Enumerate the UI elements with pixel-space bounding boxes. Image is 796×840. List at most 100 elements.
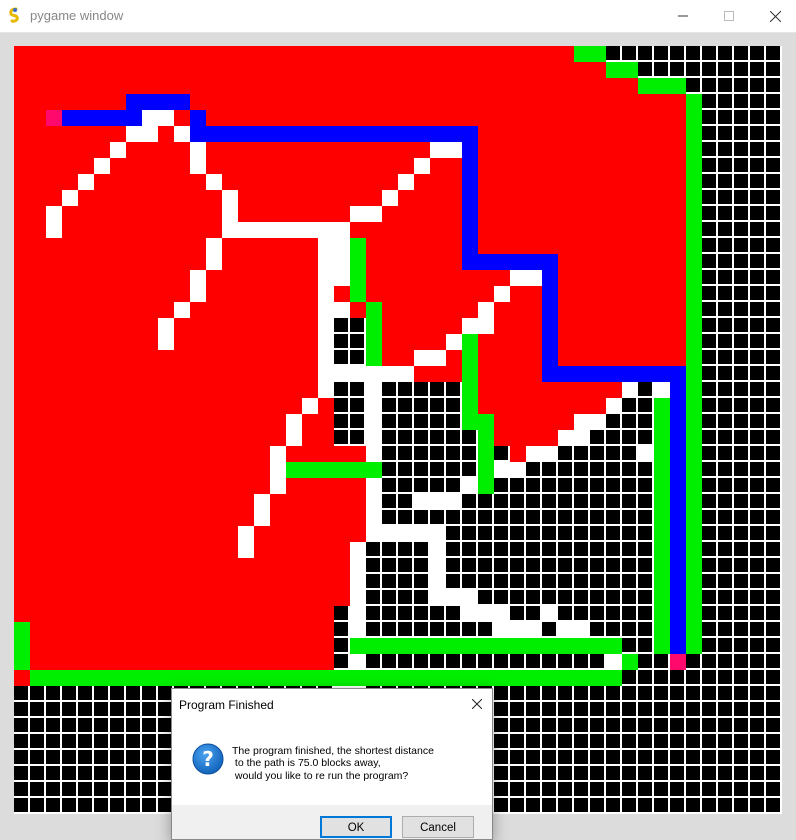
visited-cell[interactable]: [14, 270, 30, 286]
visited-cell[interactable]: [414, 142, 430, 158]
empty-cell[interactable]: [702, 142, 716, 156]
visited-cell[interactable]: [190, 622, 206, 638]
empty-cell[interactable]: [526, 526, 540, 540]
visited-cell[interactable]: [46, 158, 62, 174]
empty-cell[interactable]: [558, 782, 572, 796]
visited-cell[interactable]: [318, 94, 334, 110]
visited-cell[interactable]: [222, 558, 238, 574]
empty-cell[interactable]: [590, 654, 604, 668]
visited-cell[interactable]: [222, 606, 238, 622]
open-cell[interactable]: [686, 526, 702, 542]
open-cell[interactable]: [606, 62, 622, 78]
visited-cell[interactable]: [270, 174, 286, 190]
empty-cell[interactable]: [750, 190, 764, 204]
empty-cell[interactable]: [702, 462, 716, 476]
visited-cell[interactable]: [446, 46, 462, 62]
wall-cell[interactable]: [462, 606, 478, 622]
empty-cell[interactable]: [766, 190, 780, 204]
visited-cell[interactable]: [30, 46, 46, 62]
visited-cell[interactable]: [590, 286, 606, 302]
empty-cell[interactable]: [718, 798, 732, 812]
visited-cell[interactable]: [574, 78, 590, 94]
visited-cell[interactable]: [606, 158, 622, 174]
visited-cell[interactable]: [126, 558, 142, 574]
visited-cell[interactable]: [526, 350, 542, 366]
empty-cell[interactable]: [702, 190, 716, 204]
empty-cell[interactable]: [622, 718, 636, 732]
empty-cell[interactable]: [414, 462, 428, 476]
visited-cell[interactable]: [46, 542, 62, 558]
visited-cell[interactable]: [142, 158, 158, 174]
visited-cell[interactable]: [62, 62, 78, 78]
empty-cell[interactable]: [766, 46, 780, 60]
open-cell[interactable]: [686, 574, 702, 590]
empty-cell[interactable]: [398, 494, 412, 508]
empty-cell[interactable]: [766, 94, 780, 108]
visited-cell[interactable]: [478, 382, 494, 398]
visited-cell[interactable]: [174, 142, 190, 158]
wall-cell[interactable]: [254, 510, 270, 526]
visited-cell[interactable]: [46, 606, 62, 622]
open-cell[interactable]: [446, 638, 462, 654]
empty-cell[interactable]: [526, 782, 540, 796]
visited-cell[interactable]: [238, 158, 254, 174]
visited-cell[interactable]: [46, 94, 62, 110]
visited-cell[interactable]: [414, 46, 430, 62]
empty-cell[interactable]: [686, 46, 700, 60]
visited-cell[interactable]: [14, 318, 30, 334]
empty-cell[interactable]: [718, 430, 732, 444]
empty-cell[interactable]: [718, 558, 732, 572]
visited-cell[interactable]: [590, 350, 606, 366]
wall-cell[interactable]: [350, 542, 366, 558]
visited-cell[interactable]: [350, 174, 366, 190]
empty-cell[interactable]: [670, 686, 684, 700]
visited-cell[interactable]: [430, 286, 446, 302]
empty-cell[interactable]: [734, 574, 748, 588]
visited-cell[interactable]: [190, 206, 206, 222]
visited-cell[interactable]: [206, 142, 222, 158]
visited-cell[interactable]: [414, 78, 430, 94]
empty-cell[interactable]: [750, 382, 764, 396]
visited-cell[interactable]: [446, 174, 462, 190]
empty-cell[interactable]: [430, 430, 444, 444]
empty-cell[interactable]: [542, 542, 556, 556]
empty-cell[interactable]: [750, 94, 764, 108]
wall-cell[interactable]: [382, 366, 398, 382]
visited-cell[interactable]: [430, 222, 446, 238]
empty-cell[interactable]: [606, 766, 620, 780]
visited-cell[interactable]: [174, 398, 190, 414]
visited-cell[interactable]: [318, 590, 334, 606]
empty-cell[interactable]: [590, 542, 604, 556]
empty-cell[interactable]: [526, 654, 540, 668]
empty-cell[interactable]: [638, 46, 652, 60]
open-cell[interactable]: [478, 446, 494, 462]
visited-cell[interactable]: [366, 94, 382, 110]
wall-cell[interactable]: [574, 430, 590, 446]
open-cell[interactable]: [350, 462, 366, 478]
wall-cell[interactable]: [398, 174, 414, 190]
open-cell[interactable]: [190, 670, 206, 686]
visited-cell[interactable]: [254, 350, 270, 366]
empty-cell[interactable]: [718, 606, 732, 620]
visited-cell[interactable]: [382, 270, 398, 286]
empty-cell[interactable]: [398, 574, 412, 588]
visited-cell[interactable]: [94, 590, 110, 606]
visited-cell[interactable]: [542, 414, 558, 430]
visited-cell[interactable]: [62, 654, 78, 670]
wall-cell[interactable]: [638, 446, 654, 462]
visited-cell[interactable]: [590, 142, 606, 158]
empty-cell[interactable]: [46, 718, 60, 732]
visited-cell[interactable]: [334, 142, 350, 158]
empty-cell[interactable]: [702, 734, 716, 748]
empty-cell[interactable]: [670, 46, 684, 60]
wall-cell[interactable]: [350, 558, 366, 574]
visited-cell[interactable]: [606, 350, 622, 366]
visited-cell[interactable]: [174, 254, 190, 270]
visited-cell[interactable]: [446, 206, 462, 222]
wall-cell[interactable]: [94, 158, 110, 174]
visited-cell[interactable]: [302, 254, 318, 270]
visited-cell[interactable]: [158, 238, 174, 254]
open-cell[interactable]: [478, 638, 494, 654]
visited-cell[interactable]: [46, 270, 62, 286]
empty-cell[interactable]: [462, 430, 476, 444]
